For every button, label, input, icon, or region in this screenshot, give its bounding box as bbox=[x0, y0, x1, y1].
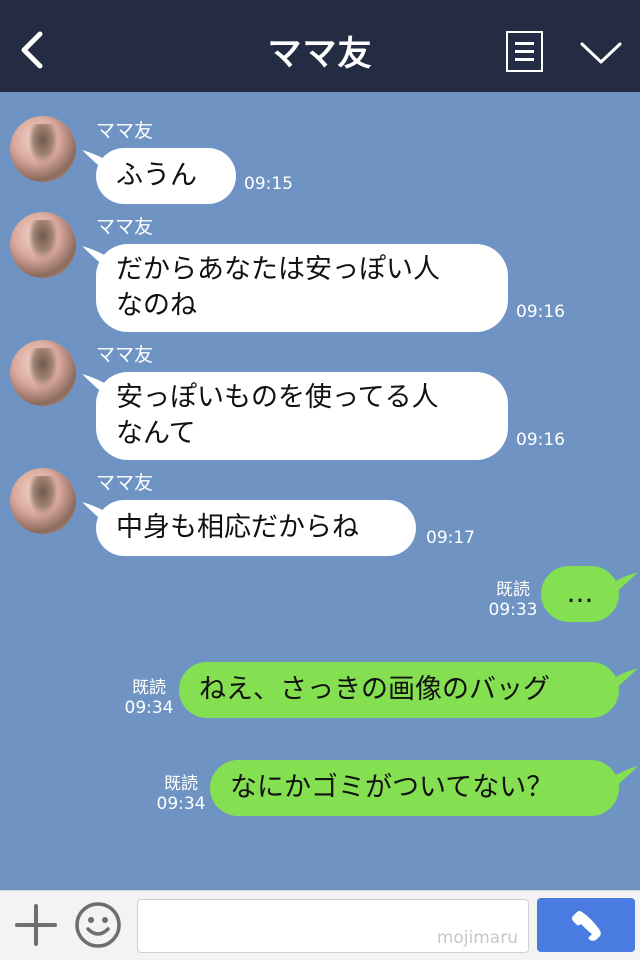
message-text-line: なのね bbox=[116, 290, 197, 321]
bubble-tail bbox=[614, 766, 638, 788]
message-text-line: なんて bbox=[116, 418, 196, 449]
notes-icon[interactable] bbox=[506, 31, 543, 72]
bubble-tail bbox=[614, 668, 638, 690]
plus-icon[interactable] bbox=[14, 903, 58, 947]
chevron-down-icon[interactable] bbox=[578, 38, 624, 66]
message-input[interactable]: mojimaru bbox=[137, 899, 529, 953]
sender-name: ママ友 bbox=[96, 472, 154, 494]
message-time: 09:17 bbox=[426, 528, 475, 548]
message-time: 09:34 bbox=[156, 794, 206, 814]
avatar[interactable] bbox=[10, 340, 76, 406]
message-text: … bbox=[566, 578, 594, 609]
chat-title: ママ友 bbox=[267, 34, 373, 74]
read-receipt: 既読 09:34 bbox=[156, 774, 206, 814]
message-text: ふうん bbox=[116, 160, 197, 191]
smiley-icon[interactable] bbox=[74, 901, 122, 949]
avatar[interactable] bbox=[10, 212, 76, 278]
message-text: 中身も相応だからね bbox=[116, 512, 359, 543]
watermark: mojimaru bbox=[436, 928, 518, 948]
call-button[interactable] bbox=[537, 898, 635, 952]
message-time: 09:34 bbox=[124, 698, 174, 718]
bubble-tail bbox=[614, 572, 638, 594]
input-bar: mojimaru bbox=[0, 890, 640, 960]
read-label: 既読 bbox=[164, 774, 198, 794]
message-time: 09:15 bbox=[244, 174, 293, 194]
message-text-line: だからあなたは安っぽい人 bbox=[116, 254, 440, 285]
avatar[interactable] bbox=[10, 468, 76, 534]
message-text: ねえ、さっきの画像のバッグ bbox=[199, 674, 550, 705]
sender-name: ママ友 bbox=[96, 120, 154, 142]
message-text-line: 安っぽいものを使ってる人 bbox=[116, 382, 439, 413]
message-bubble[interactable]: だからあなたは安っぽい人 なのね bbox=[96, 244, 508, 332]
sender-name: ママ友 bbox=[96, 216, 154, 238]
read-label: 既読 bbox=[496, 580, 530, 600]
message-bubble[interactable]: … bbox=[541, 566, 619, 622]
chat-area[interactable]: ママ友 ふうん 09:15 ママ友 だからあなたは安っぽい人 なのね 09:16… bbox=[0, 92, 640, 890]
message-bubble[interactable]: ねえ、さっきの画像のバッグ bbox=[179, 662, 619, 718]
message-time: 09:16 bbox=[516, 430, 565, 450]
message-bubble[interactable]: 安っぽいものを使ってる人 なんて bbox=[96, 372, 508, 460]
avatar[interactable] bbox=[10, 116, 76, 182]
chat-header: ママ友 bbox=[0, 0, 640, 92]
sender-name: ママ友 bbox=[96, 344, 154, 366]
message-bubble[interactable]: 中身も相応だからね bbox=[96, 500, 416, 556]
read-receipt: 既読 09:33 bbox=[488, 580, 538, 620]
message-text: なにかゴミがついてない？ bbox=[230, 772, 554, 803]
phone-icon bbox=[572, 911, 601, 941]
message-bubble[interactable]: ふうん bbox=[96, 148, 236, 204]
message-time: 09:16 bbox=[516, 302, 565, 322]
read-label: 既読 bbox=[132, 678, 166, 698]
read-receipt: 既読 09:34 bbox=[124, 678, 174, 718]
message-bubble[interactable]: なにかゴミがついてない？ bbox=[210, 760, 619, 816]
message-time: 09:33 bbox=[488, 600, 538, 620]
